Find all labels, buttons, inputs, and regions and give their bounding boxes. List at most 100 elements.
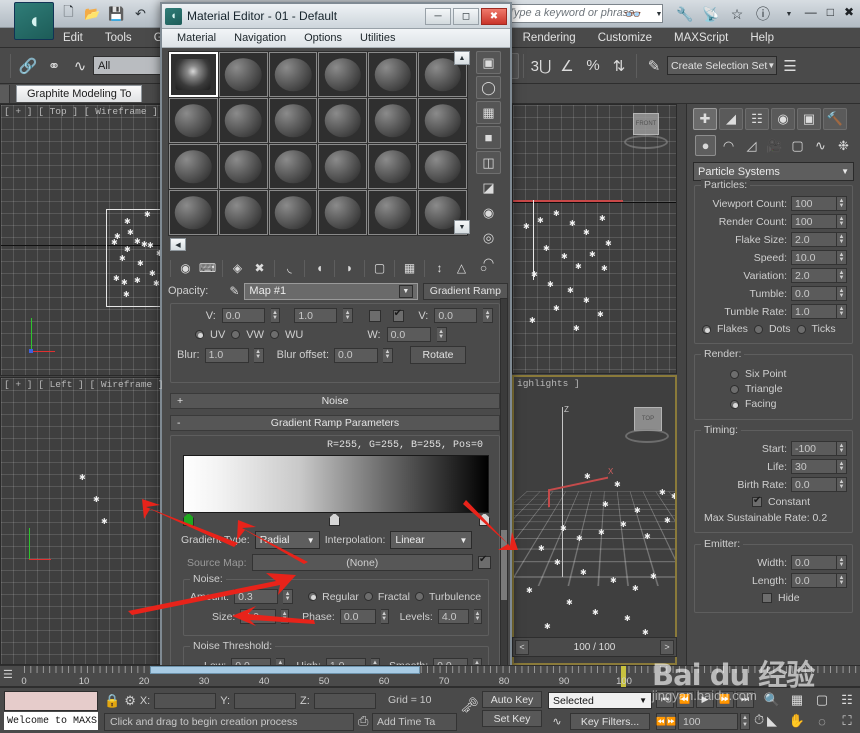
edit-named-selection-icon[interactable]: ✎ (641, 53, 667, 79)
gradient-stop-100[interactable] (479, 513, 490, 526)
birth-rate-value[interactable]: 0.0 (791, 477, 837, 492)
noise-rollup-header[interactable]: + Noise (170, 393, 500, 409)
levels-value[interactable]: 4.0 (437, 609, 470, 624)
gradient-flag-strip[interactable] (183, 513, 490, 526)
pan-icon[interactable]: ✋ (785, 711, 809, 731)
v-tiling-value[interactable]: 1.0 (294, 308, 338, 323)
star-icon[interactable]: ☆ (726, 4, 748, 24)
tumble-rate-value[interactable]: 1.0 (791, 304, 837, 319)
spinner-arrows-icon[interactable]: ▲▼ (837, 232, 847, 247)
spinner-arrows-icon[interactable]: ▲▼ (483, 308, 493, 323)
tumble-stepper[interactable]: 0.0 ▲ ▼ (791, 286, 847, 301)
frame-spinner-arrows-icon[interactable]: ▲ ▼ (740, 713, 750, 730)
selection-lock-icon[interactable]: ⚙ (124, 693, 136, 709)
angle-snap-icon[interactable]: ∠ (554, 53, 580, 79)
blur-offset-value[interactable]: 0.0 (334, 347, 379, 363)
flake-size-value[interactable]: 2.0 (791, 232, 837, 247)
life-stepper[interactable]: 30 ▲ ▼ (791, 459, 847, 474)
close-icon[interactable]: ✖ (844, 5, 854, 19)
spinner-arrows-icon[interactable]: ▲▼ (436, 327, 447, 342)
tile-checkbox[interactable] (392, 308, 405, 322)
minimize-icon[interactable]: — (805, 5, 817, 19)
geometry-icon[interactable]: ● (695, 135, 716, 156)
auto-key-button[interactable]: Auto Key (482, 691, 542, 708)
slots-scroll-up-button[interactable]: ▲ (454, 51, 470, 65)
me-menu-navigation[interactable]: Navigation (225, 31, 295, 45)
get-material-icon[interactable]: ▣ (476, 51, 501, 74)
variation-stepper[interactable]: 2.0 ▲ ▼ (791, 268, 847, 283)
make-preview-icon[interactable]: ◉ (476, 201, 501, 224)
key-icon[interactable]: 🗝 (460, 696, 479, 714)
percent-snap-icon[interactable]: % (580, 53, 606, 79)
spinner-arrows-icon[interactable]: ▲▼ (837, 268, 847, 283)
key-filters-button[interactable]: Key Filters... (570, 713, 650, 730)
maximize-viewport-icon[interactable]: ⛶ (835, 711, 859, 731)
chevron-down-icon[interactable]: ▼ (398, 284, 413, 298)
spinner-arrows-icon[interactable]: ▲▼ (837, 573, 847, 588)
key-mode-toggle-icon[interactable]: ⏪⏩ (656, 713, 676, 730)
sample-slot[interactable] (318, 190, 368, 235)
tumble-rate-stepper[interactable]: 1.0 ▲ ▼ (791, 304, 847, 319)
sample-slot[interactable] (318, 144, 368, 189)
sample-slot[interactable] (218, 98, 268, 143)
menu-edit[interactable]: Edit (52, 30, 94, 46)
sample-slot[interactable] (418, 144, 467, 189)
close-icon[interactable]: ✖ (481, 7, 507, 25)
reset-map-icon[interactable]: ✖ (250, 259, 269, 278)
spinner-arrows-icon[interactable]: ▲▼ (837, 214, 847, 229)
sample-slot[interactable] (418, 98, 467, 143)
sample-slot[interactable] (368, 144, 418, 189)
menu-help[interactable]: Help (739, 30, 785, 46)
turbulence-radio[interactable] (414, 592, 424, 601)
previous-frame-icon[interactable]: ⏪ (676, 691, 694, 708)
life-value[interactable]: 30 (791, 459, 837, 474)
spinner-arrows-icon[interactable]: ▲▼ (380, 609, 389, 624)
space-warps-icon[interactable]: ∿ (810, 135, 831, 156)
chevron-down-icon[interactable]: ▼ (841, 167, 849, 176)
eyedropper-icon[interactable]: ✎ (229, 284, 239, 298)
scrollbar-thumb[interactable] (501, 529, 507, 600)
me-menu-material[interactable]: Material (168, 31, 225, 45)
lock-icon[interactable]: 🔒 (104, 693, 120, 709)
mirror-checkbox[interactable] (368, 309, 381, 322)
link-icon[interactable]: 🔗 (15, 53, 41, 79)
unlink-icon[interactable]: ⚭ (41, 53, 67, 79)
graphite-modeling-tools-tab[interactable]: Graphite Modeling To (16, 85, 143, 102)
maximize-icon[interactable]: □ (827, 5, 834, 19)
material-editor-titlebar[interactable]: ◖ Material Editor - 01 - Default ─ ◻ ✖ (162, 4, 510, 29)
track-bar-icon[interactable]: ☰ (3, 668, 13, 681)
chevron-down-icon[interactable]: ▼ (767, 61, 775, 70)
make-material-copy-icon[interactable]: ◟ (280, 259, 299, 278)
zoom-extents-all-icon[interactable]: ☷ (835, 690, 859, 710)
show-end-result-icon[interactable]: ↕ (430, 259, 449, 278)
viewport-perspective[interactable]: ighlights ] Z X TOP ✱ ✱ ✱ ✱ ✱ ✱ ✱ ✱ ✱ ✱ … (512, 375, 677, 665)
snaps-3-icon[interactable]: 3⋃ (528, 53, 554, 79)
help-dropdown-icon[interactable]: ▼ (778, 4, 800, 24)
backlight-icon[interactable]: ▦ (476, 101, 501, 124)
map-type-button[interactable]: Gradient Ramp (422, 282, 508, 300)
sample-slot[interactable] (368, 190, 418, 235)
gradient-stop-0[interactable] (183, 513, 194, 526)
orbit-icon[interactable]: ◌ (810, 711, 834, 731)
spinner-arrows-icon[interactable]: ▲▼ (283, 589, 294, 604)
spinner-arrows-icon[interactable]: ▲▼ (837, 477, 847, 492)
systems-icon[interactable]: ❉ (833, 135, 854, 156)
create-tab[interactable]: ✚ (693, 108, 717, 130)
restore-icon[interactable]: ◻ (453, 7, 479, 25)
viewcube-ring-persp[interactable] (625, 429, 669, 443)
ticks-radio[interactable] (796, 324, 806, 334)
make-unique-icon[interactable]: ◖ (310, 259, 329, 278)
sample-slot[interactable] (169, 190, 218, 235)
save-icon[interactable]: 💾 (106, 4, 127, 24)
speed-value[interactable]: 10.0 (791, 250, 837, 265)
spinner-arrows-icon[interactable]: ▲▼ (837, 286, 847, 301)
get-material-icon[interactable]: ◉ (176, 259, 195, 278)
spinner-arrows-icon[interactable]: ▲▼ (837, 555, 847, 570)
open-icon[interactable]: 📂 (82, 4, 103, 24)
selection-level-dropdown[interactable]: Selected ▼ (548, 692, 652, 709)
viewport-top[interactable]: [ + ] [ Top ] [ Wireframe ] ✱ ✱ ✱ ✱ ✱ ✱ … (0, 104, 163, 376)
viewport-front[interactable]: FRONT ✱ ✱ ✱ ✱ ✱ ✱ ✱ ✱ ✱ ✱ ✱ ✱ ✱ ✱ ✱ ✱ ✱ … (512, 104, 677, 374)
default-in-out-tangent-icon[interactable]: ∿ (548, 713, 566, 730)
active-time-range[interactable] (150, 666, 420, 674)
vw-radio[interactable] (231, 330, 241, 339)
